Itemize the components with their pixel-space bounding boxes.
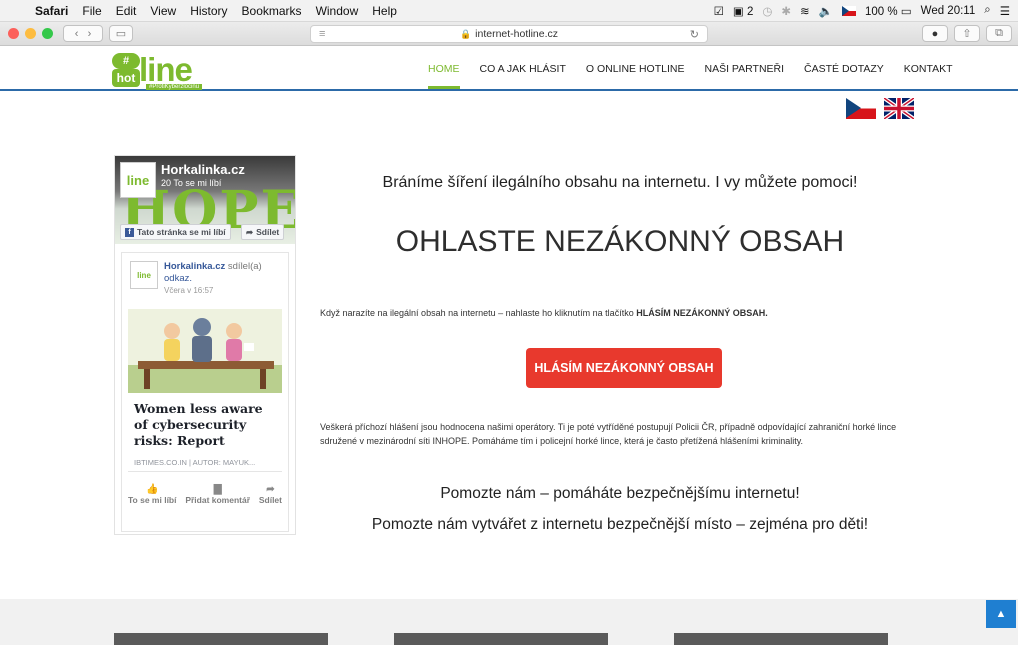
footer-panel-2 <box>394 633 608 645</box>
site-header: # hot line #ProtiKyberzlocinu HOME CO A … <box>0 47 1018 91</box>
nav-how-to-report[interactable]: CO A JAK HLÁSIT <box>470 47 576 89</box>
menu-edit[interactable]: Edit <box>109 4 144 18</box>
menu-bookmarks[interactable]: Bookmarks <box>235 4 309 18</box>
page-footer <box>0 599 1018 645</box>
sidebar-button[interactable]: ▭ <box>109 25 133 42</box>
time-machine-icon[interactable]: ◷ <box>762 4 772 18</box>
post-illustration <box>128 309 282 393</box>
share-arrow-icon: ➦ <box>246 226 254 237</box>
address-bar[interactable]: ≡ 🔒 internet-hotline.cz ↻ <box>310 25 708 43</box>
volume-icon[interactable]: 🔈 <box>819 4 833 18</box>
intro-bold-text: HLÁSÍM NEZÁKONNÝ OBSAH. <box>636 308 768 318</box>
facebook-post: line Horkalinka.cz sdílel(a) odkaz. Včer… <box>121 252 289 532</box>
minimize-window-button[interactable] <box>25 28 36 39</box>
nav-partners[interactable]: NAŠI PARTNEŘI <box>694 47 794 89</box>
post-headline[interactable]: Women less aware of cybersecurity risks:… <box>134 401 280 449</box>
browser-toolbar: ‹ › ▭ ≡ 🔒 internet-hotline.cz ↻ ● ⇧ ⧉ <box>0 22 1018 46</box>
language-switcher <box>846 98 914 119</box>
facebook-page-widget: HOPE line Horkalinka.cz 20 To se mi líbí… <box>114 155 296 535</box>
report-illegal-content-button[interactable]: HLÁSÍM NEZÁKONNÝ OBSAH <box>526 348 722 388</box>
share-icon: ➦ <box>266 484 275 495</box>
back-forward-buttons[interactable]: ‹ › <box>63 25 103 42</box>
comment-icon: ▇ <box>213 484 222 495</box>
help-line-2: Pomozte nám vytvářet z internetu bezpečn… <box>371 516 869 533</box>
menu-history[interactable]: History <box>183 4 234 18</box>
post-actions: 👍 To se mi líbí ▇ Přidat komentář ➦ Sdíl… <box>128 484 282 506</box>
facebook-page-name[interactable]: Horkalinka.cz <box>161 162 245 177</box>
page-title: OHLASTE NEZÁKONNÝ OBSAH <box>395 225 845 258</box>
thumbs-up-icon: 👍 <box>146 484 159 495</box>
menu-window[interactable]: Window <box>309 4 366 18</box>
notification-badge[interactable]: ▣ 2 <box>733 4 753 18</box>
share-icon: ⇧ <box>962 28 972 40</box>
post-divider <box>128 471 282 472</box>
post-like-button[interactable]: 👍 To se mi líbí <box>128 484 177 506</box>
post-link-word[interactable]: odkaz. <box>164 273 192 284</box>
czech-flag-icon[interactable] <box>846 98 876 119</box>
download-icon: ● <box>931 27 939 40</box>
intro-paragraph: Když narazíte na ilegální obsah na inter… <box>320 308 768 318</box>
footer-panel-3 <box>674 633 888 645</box>
input-source-flag-icon[interactable] <box>842 5 856 16</box>
nav-home[interactable]: HOME <box>418 47 470 89</box>
menu-safari[interactable]: Safari <box>28 4 75 18</box>
nav-faq[interactable]: ČASTÉ DOTAZY <box>794 47 894 89</box>
back-to-top-button[interactable]: ▲ <box>986 600 1016 628</box>
battery-status[interactable]: 100 % ▭ <box>865 4 912 18</box>
page-subtitle: Bráníme šíření ilegálního obsahu na inte… <box>382 174 858 191</box>
clipboard-icon[interactable]: ☑ <box>714 4 724 18</box>
sidebar-icon: ▭ <box>115 28 127 40</box>
facebook-share-page-button[interactable]: ➦ Sdílet <box>241 224 285 240</box>
bluetooth-icon[interactable]: ✱ <box>781 4 791 18</box>
tabs-icon: ⧉ <box>995 27 1003 39</box>
post-comment-button[interactable]: ▇ Přidat komentář <box>185 484 250 506</box>
spotlight-icon[interactable]: ⌕ <box>984 4 990 17</box>
wifi-icon[interactable]: ≋ <box>800 4 810 18</box>
macos-menu-bar: Safari File Edit View History Bookmarks … <box>0 0 1018 22</box>
post-share-button[interactable]: ➦ Sdílet <box>259 484 282 506</box>
menu-file[interactable]: File <box>75 4 108 18</box>
zoom-window-button[interactable] <box>42 28 53 39</box>
post-author: Horkalinka.cz sdílel(a) odkaz. <box>164 261 262 284</box>
reload-icon[interactable]: ↻ <box>690 28 699 41</box>
downloads-button[interactable]: ● <box>922 25 948 42</box>
logo-hot: hot <box>112 69 140 87</box>
facebook-cover[interactable]: HOPE line Horkalinka.cz 20 To se mi líbí… <box>115 156 295 244</box>
menu-view[interactable]: View <box>143 4 183 18</box>
main-navigation: HOME CO A JAK HLÁSIT O ONLINE HOTLINE NA… <box>418 47 963 89</box>
menu-help[interactable]: Help <box>365 4 404 18</box>
lock-icon: 🔒 <box>459 28 472 39</box>
logo-hash: # <box>112 53 140 69</box>
facebook-like-page-button[interactable]: f Tato stránka se mi líbí <box>120 224 231 240</box>
nav-contact[interactable]: KONTAKT <box>894 47 963 89</box>
help-line-1: Pomozte nám – pomáháte bezpečnějšímu int… <box>440 485 800 502</box>
share-button[interactable]: ⇧ <box>954 25 980 42</box>
footer-panel-1 <box>114 633 328 645</box>
post-timestamp[interactable]: Včera v 16:57 <box>164 286 213 295</box>
reader-icon[interactable]: ≡ <box>319 28 325 40</box>
post-source: IBTIMES.CO.IN | AUTOR: MAYUK... <box>134 458 256 467</box>
menubar-status-area: ☑ ▣ 2 ◷ ✱ ≋ 🔈 100 % ▭ Wed 20:11 ⌕ ☰ <box>714 4 1018 18</box>
clock[interactable]: Wed 20:11 <box>921 5 976 17</box>
post-author-avatar[interactable]: line <box>130 261 158 289</box>
back-icon[interactable]: ‹ <box>75 28 79 40</box>
arrow-up-icon: ▲ <box>995 608 1007 620</box>
description-paragraph: Veškerá příchozí hlášení jsou hodnocena … <box>320 422 897 446</box>
hotline-logo[interactable]: # hot line #ProtiKyberzlocinu <box>112 51 208 91</box>
forward-icon[interactable]: › <box>88 28 92 40</box>
facebook-like-count: 20 To se mi líbí <box>161 178 222 188</box>
uk-flag-icon[interactable] <box>884 98 914 119</box>
close-window-button[interactable] <box>8 28 19 39</box>
page-profile-picture[interactable]: line <box>120 162 156 198</box>
post-image[interactable] <box>128 309 282 393</box>
url-text: internet-hotline.cz <box>475 28 559 40</box>
tabs-overview-button[interactable]: ⧉ <box>986 25 1012 42</box>
nav-about[interactable]: O ONLINE HOTLINE <box>576 47 695 89</box>
post-author-name[interactable]: Horkalinka.cz <box>164 261 225 272</box>
notification-center-icon[interactable]: ☰ <box>1000 4 1010 18</box>
logo-tagline: #ProtiKyberzlocinu <box>146 84 203 90</box>
window-controls <box>0 28 53 39</box>
facebook-icon: f <box>125 227 134 237</box>
